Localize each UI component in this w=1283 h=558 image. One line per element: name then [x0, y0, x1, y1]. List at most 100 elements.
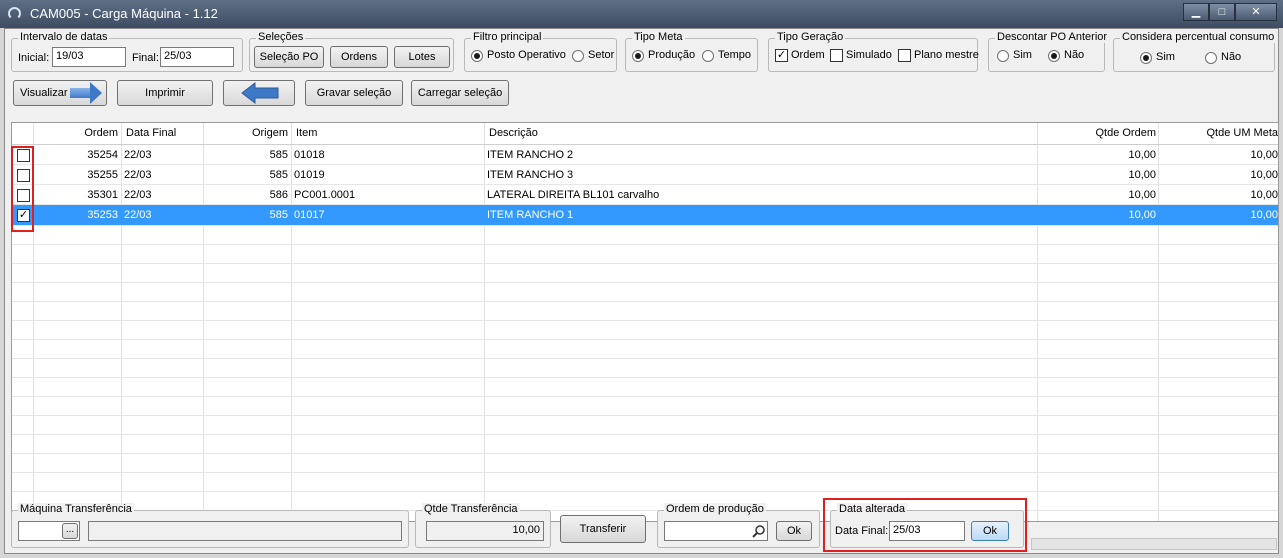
- cell-origem: 585: [269, 209, 288, 221]
- cell-data-final: 22/03: [124, 189, 152, 201]
- lotes-button[interactable]: Lotes: [394, 46, 450, 68]
- inicial-date-input[interactable]: 19/03: [52, 47, 126, 67]
- cell-descricao: LATERAL DIREITA BL101 carvalho: [487, 189, 660, 201]
- cell-ordem: 35253: [87, 209, 118, 221]
- producao-label: Produção: [648, 49, 696, 61]
- filtro-group: Filtro principal Posto Operativo Setor: [464, 31, 617, 72]
- cell-descricao: ITEM RANCHO 3: [487, 169, 574, 181]
- cell-data-final: 22/03: [124, 169, 152, 181]
- cell-ordem: 35301: [87, 189, 118, 201]
- cell-item: 01019: [294, 169, 325, 181]
- cell-qtde-ordem: 10,00: [1128, 189, 1156, 201]
- tipo-geracao-legend: Tipo Geração: [775, 31, 846, 43]
- qtde-transf-legend: Qtde Transferência: [422, 503, 520, 515]
- maximize-button[interactable]: □: [1209, 3, 1235, 21]
- visualizar-label: Visualizar: [20, 87, 68, 99]
- ordem-producao-group: Ordem de produção Ok: [657, 503, 820, 548]
- qtde-transf-field: 10,00: [426, 521, 544, 541]
- selecoes-legend: Seleções: [256, 31, 306, 43]
- intervalo-legend: Intervalo de datas: [18, 31, 110, 43]
- header-descricao[interactable]: Descrição: [489, 123, 538, 144]
- final-label: Final:: [132, 52, 159, 64]
- voltar-button[interactable]: [223, 80, 295, 106]
- simulado-checkbox[interactable]: [830, 49, 843, 62]
- descontar-nao-label: Não: [1064, 49, 1085, 61]
- imprimir-button[interactable]: Imprimir: [117, 80, 213, 106]
- tipo-meta-legend: Tipo Meta: [632, 31, 685, 43]
- ordens-button[interactable]: Ordens: [330, 46, 388, 68]
- header-data-final[interactable]: Data Final: [126, 123, 176, 144]
- minimize-button[interactable]: ▁: [1183, 3, 1209, 21]
- maquina-legend: Máquina Transferência: [18, 503, 134, 515]
- maquina-name-field: [88, 521, 402, 541]
- producao-radio[interactable]: [632, 50, 644, 62]
- considera-nao-label: Não: [1221, 51, 1242, 63]
- header-ordem[interactable]: Ordem: [34, 123, 118, 144]
- inicial-label: Inicial:: [18, 52, 50, 64]
- close-button[interactable]: ✕: [1235, 3, 1277, 21]
- cell-origem: 586: [269, 189, 288, 201]
- window-title: CAM005 - Carga Máquina - 1.12: [30, 6, 218, 21]
- selecao-po-button[interactable]: Seleção PO: [254, 46, 324, 68]
- considera-sim-label: Sim: [1156, 51, 1175, 63]
- cell-origem: 585: [269, 169, 288, 181]
- cell-ordem: 35254: [87, 149, 118, 161]
- visualizar-button[interactable]: Visualizar: [13, 80, 107, 106]
- posto-operativo-label: Posto Operativo: [487, 49, 566, 61]
- orders-grid: Ordem Data Final Origem Item Descrição Q…: [11, 122, 1279, 522]
- arrow-left-icon: [241, 82, 279, 104]
- tempo-label: Tempo: [718, 49, 752, 61]
- cell-qtde-um-meta: 10,00: [1250, 209, 1278, 221]
- considera-legend: Considera percentual consumo: [1120, 31, 1277, 43]
- cell-ordem: 35255: [87, 169, 118, 181]
- header-qtde-um-meta[interactable]: Qtde UM Meta: [1159, 123, 1278, 144]
- plano-mestre-label: Plano mestre: [914, 49, 979, 61]
- ordem-producao-legend: Ordem de produção: [664, 503, 766, 515]
- cell-qtde-ordem: 10,00: [1128, 209, 1156, 221]
- setor-label: Setor: [588, 49, 615, 61]
- ordem-checkbox[interactable]: ✓: [775, 49, 788, 62]
- maquina-group: Máquina Transferência ...: [11, 503, 409, 548]
- simulado-label: Simulado: [846, 49, 892, 61]
- descontar-group: Descontar PO Anterior Sim Não: [988, 31, 1110, 72]
- transferir-button[interactable]: Transferir: [560, 515, 646, 543]
- intervalo-group: Intervalo de datas Inicial: 19/03 Final:…: [11, 31, 243, 72]
- cell-qtde-ordem: 10,00: [1128, 169, 1156, 181]
- posto-operativo-radio[interactable]: [471, 50, 483, 62]
- title-bar: CAM005 - Carga Máquina - 1.12 ▁ □ ✕: [0, 0, 1283, 28]
- gravar-selecao-button[interactable]: Gravar seleção: [305, 80, 403, 106]
- header-origem[interactable]: Origem: [204, 123, 288, 144]
- cell-data-final: 22/03: [124, 209, 152, 221]
- plano-mestre-checkbox[interactable]: [898, 49, 911, 62]
- qtde-transf-group: Qtde Transferência 10,00: [415, 503, 551, 548]
- app-icon: [8, 7, 21, 20]
- status-strip: [1031, 538, 1277, 550]
- maquina-lookup-button[interactable]: ...: [62, 523, 78, 539]
- carregar-selecao-button[interactable]: Carregar seleção: [411, 80, 509, 106]
- cell-descricao: ITEM RANCHO 2: [487, 149, 574, 161]
- considera-sim-radio[interactable]: [1140, 52, 1152, 64]
- descontar-nao-radio[interactable]: [1048, 50, 1060, 62]
- final-date-input[interactable]: 25/03: [160, 47, 234, 67]
- descontar-sim-radio[interactable]: [997, 50, 1009, 62]
- form-body: Intervalo de datas Inicial: 19/03 Final:…: [4, 28, 1279, 554]
- cell-qtde-um-meta: 10,00: [1250, 149, 1278, 161]
- cell-data-final: 22/03: [124, 149, 152, 161]
- considera-nao-radio[interactable]: [1205, 52, 1217, 64]
- search-icon[interactable]: [752, 524, 766, 538]
- cell-qtde-um-meta: 10,00: [1250, 169, 1278, 181]
- tipo-meta-group: Tipo Meta Produção Tempo: [625, 31, 758, 72]
- descontar-legend: Descontar PO Anterior: [995, 31, 1110, 43]
- checkbox-highlight: [11, 146, 34, 232]
- descontar-sim-label: Sim: [1013, 49, 1032, 61]
- tempo-radio[interactable]: [702, 50, 714, 62]
- cell-origem: 585: [269, 149, 288, 161]
- cell-item: 01018: [294, 149, 325, 161]
- ordem-label: Ordem: [791, 49, 825, 61]
- data-alterada-highlight: [823, 498, 1027, 552]
- ordem-producao-ok-button[interactable]: Ok: [776, 521, 812, 541]
- setor-radio[interactable]: [572, 50, 584, 62]
- header-qtde-ordem[interactable]: Qtde Ordem: [1038, 123, 1156, 144]
- header-item[interactable]: Item: [296, 123, 317, 144]
- filtro-legend: Filtro principal: [471, 31, 544, 43]
